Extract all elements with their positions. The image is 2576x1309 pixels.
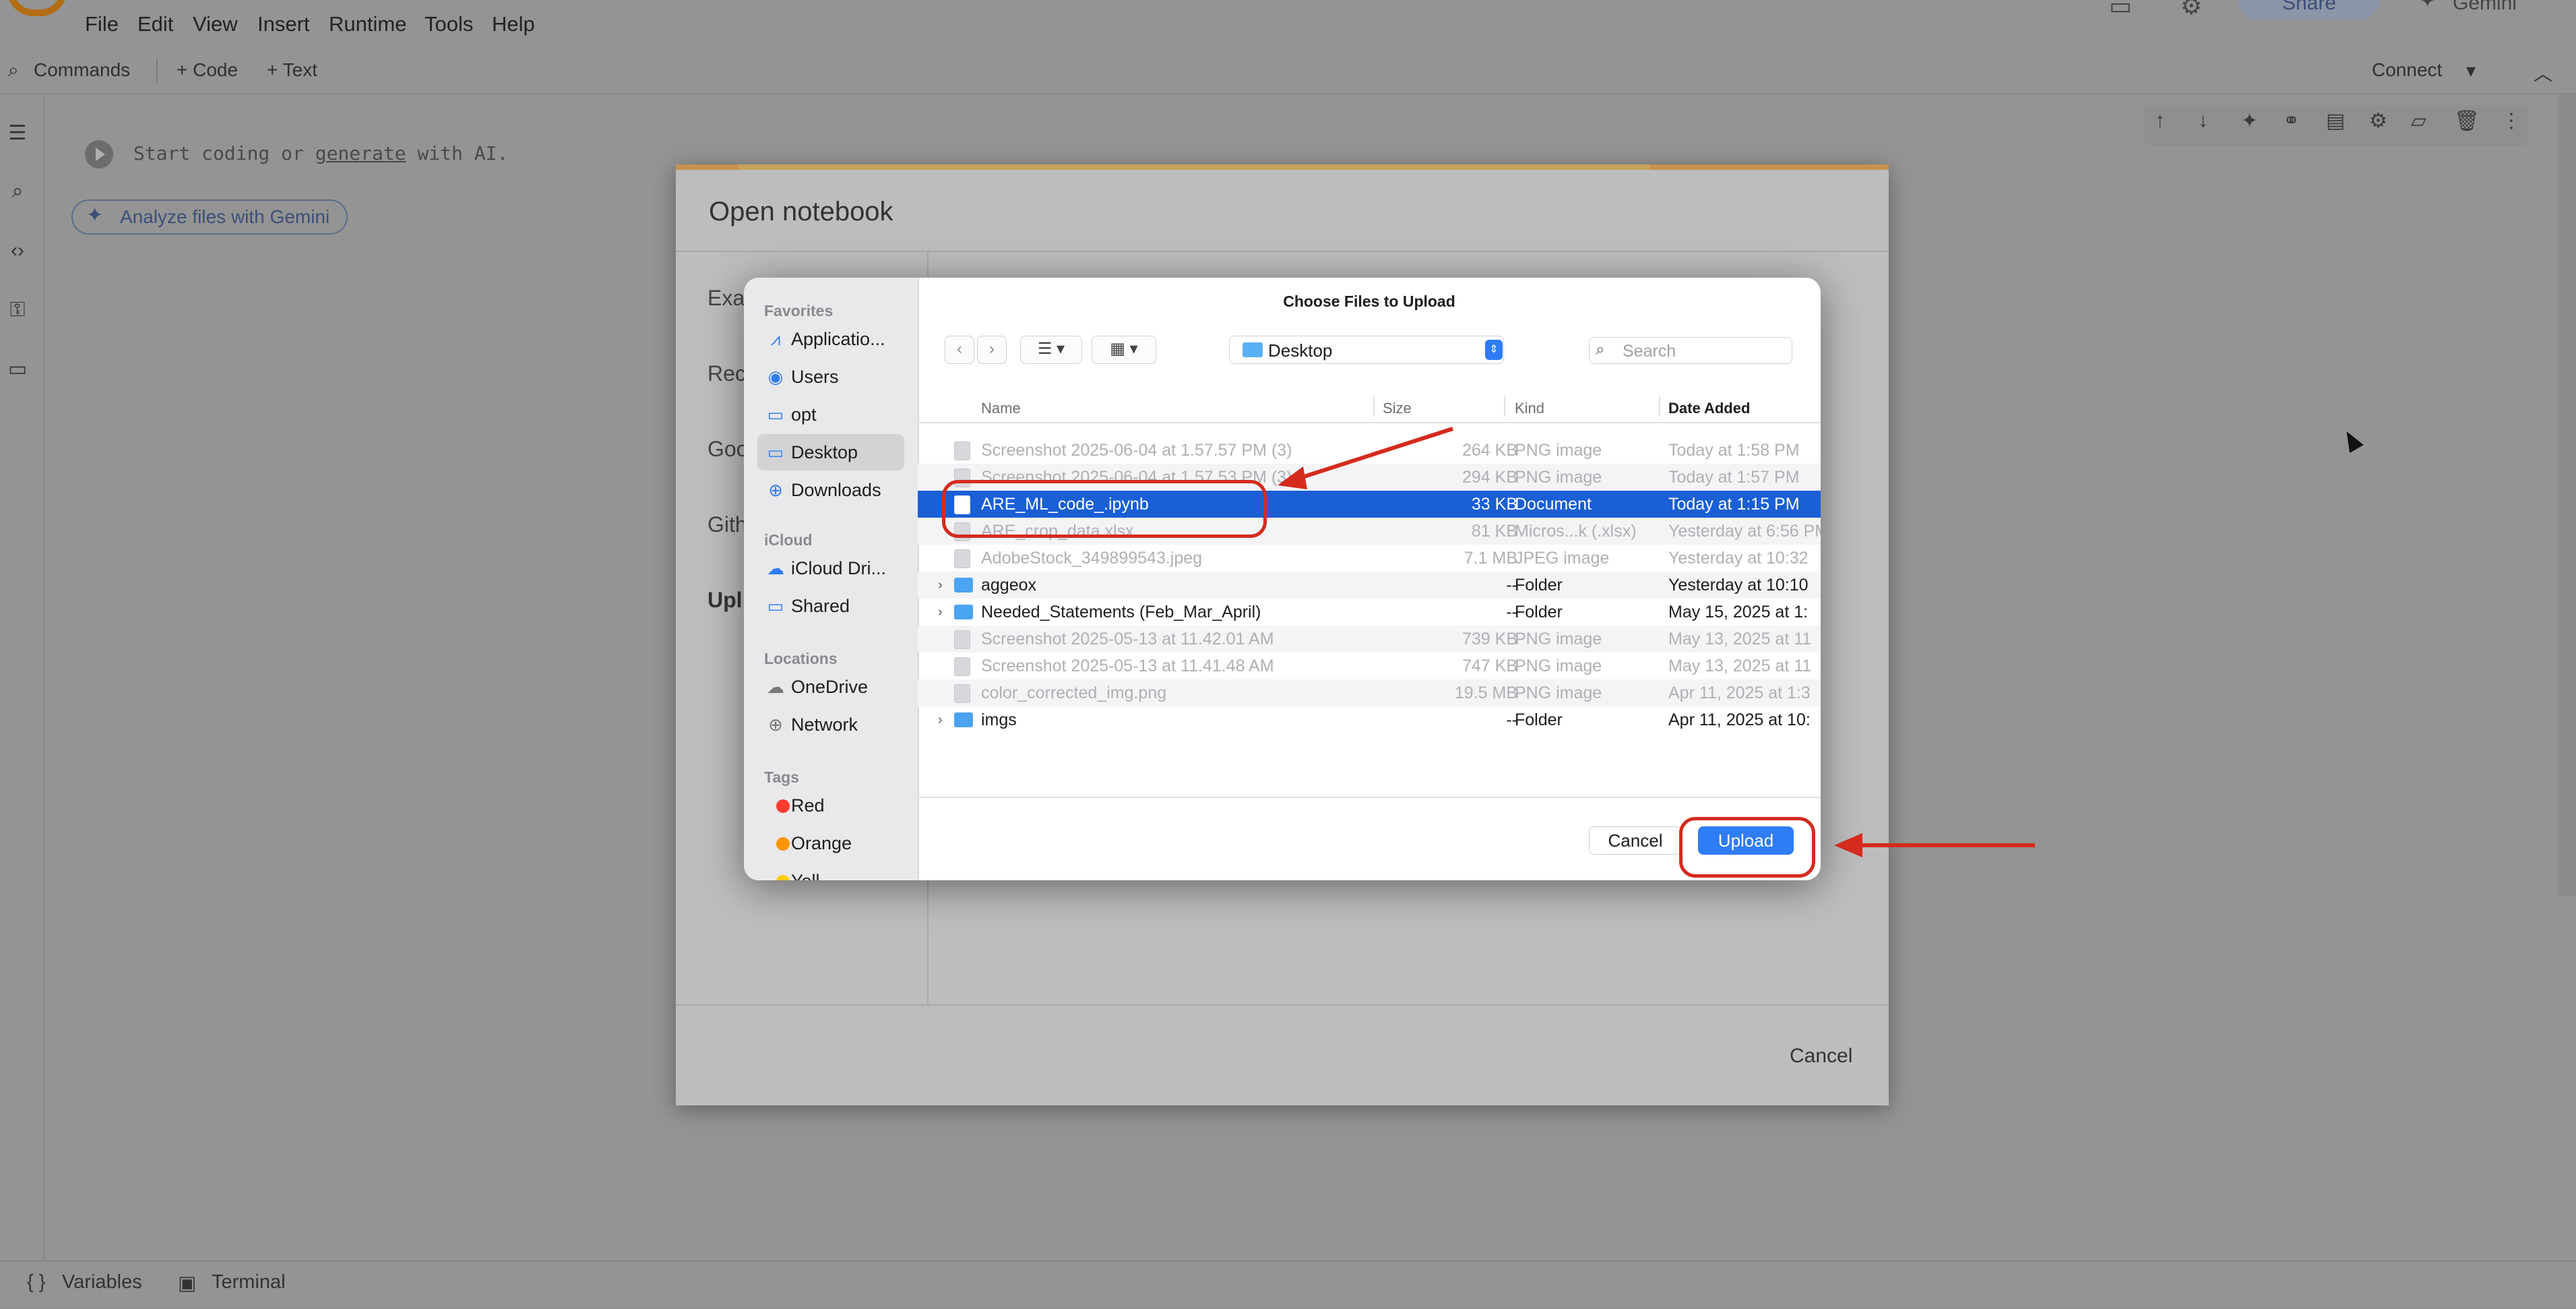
arrowhead-icon	[1834, 833, 1862, 857]
arrowhead-icon	[1278, 466, 1307, 489]
arrow-to-file	[1293, 427, 1453, 482]
annotation-arrows	[1278, 427, 2035, 857]
